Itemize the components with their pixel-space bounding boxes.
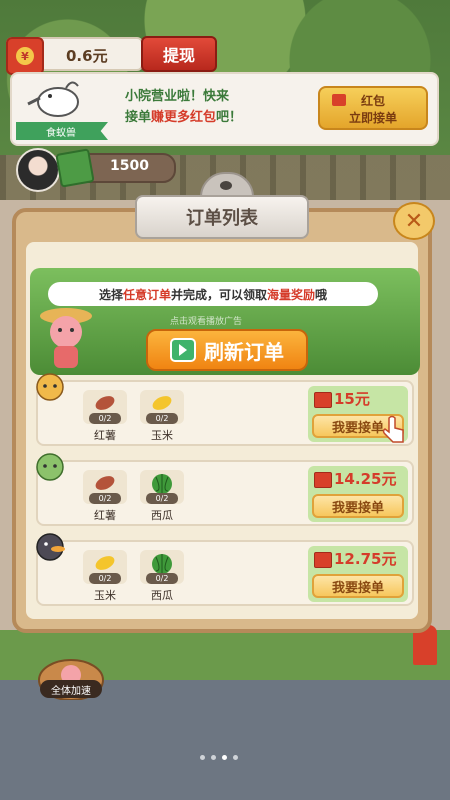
promo-banner: 食蚁兽 小院营业啦！快来 接单赚更多红包吧！ 红包 立即接单 <box>10 72 439 146</box>
balance-bar: ¥ 0.6元 <box>6 37 143 75</box>
close-button[interactable]: ✕ <box>393 202 435 240</box>
red-envelope-icon <box>314 392 332 408</box>
promo-a: 选择 <box>98 287 123 302</box>
order-row: 0/2 红薯 0/2 玉米 15元 我要接单 <box>36 373 414 446</box>
hb-button-line2: 立即接单 <box>348 111 397 125</box>
page-dot-active <box>222 755 227 760</box>
character-name-tag: 食蚁兽 <box>16 122 108 140</box>
accept-order-button[interactable]: 我要接单 <box>312 494 404 518</box>
promo-b: 任意订单 <box>122 287 171 302</box>
item-count: 0/2 <box>146 413 178 424</box>
item-count: 0/2 <box>146 493 178 504</box>
item-count: 0/2 <box>146 573 178 584</box>
reward-amount: 12.75元 <box>334 550 397 568</box>
ad-hint: 点击观看播放广告 <box>170 317 243 327</box>
page-dot <box>233 755 238 760</box>
order-item: 0/2 红薯 <box>80 390 130 443</box>
accept-order-button[interactable]: 我要接单 <box>312 574 404 598</box>
cash-bar: 1500 <box>55 148 176 188</box>
coin-icon: ¥ <box>6 37 44 75</box>
order-item: 0/2 玉米 <box>80 550 130 603</box>
red-envelope-icon <box>314 552 332 568</box>
promo-e: 哦 <box>315 287 328 302</box>
promo-notice: 选择 任意订单 并完成，可以领取 海量奖励哦 <box>48 282 378 306</box>
order-reward: 14.25元 我要接单 <box>312 468 404 518</box>
order-row: 0/2 玉米 0/2 西瓜 12.75元 我要接单 <box>36 533 414 606</box>
banner-line2-a: 接单 <box>125 110 152 125</box>
corn-icon <box>152 396 172 410</box>
red-envelope-icon <box>332 94 346 106</box>
cash-value: 1500 <box>110 158 149 174</box>
withdraw-button[interactable]: 提现 <box>141 36 217 72</box>
page-indicator <box>200 755 238 760</box>
anteater-icon <box>27 81 79 117</box>
item-name: 玉米 <box>94 589 116 602</box>
banner-message: 小院营业啦！快来 接单赚更多红包吧！ <box>125 86 242 128</box>
sweet-potato-icon <box>95 396 115 410</box>
page-dot <box>200 755 205 760</box>
banner-line2-c: 吧！ <box>216 110 243 125</box>
tiger-customer-icon <box>36 373 64 401</box>
item-count: 0/2 <box>89 413 121 424</box>
order-item: 0/2 西瓜 <box>137 550 187 603</box>
watermelon-icon <box>152 554 172 574</box>
page-dot <box>211 755 216 760</box>
pig-farmer-icon <box>40 308 92 368</box>
red-envelope-icon <box>314 472 332 488</box>
banner-line1: 小院营业啦！快来 <box>125 89 230 104</box>
balance-value: 0.6元 <box>66 47 108 65</box>
reward-amount: 15元 <box>334 390 370 408</box>
item-name: 西瓜 <box>151 589 173 602</box>
reward-amount: 14.25元 <box>334 470 397 488</box>
item-name: 玉米 <box>151 429 173 442</box>
item-name: 西瓜 <box>151 509 173 522</box>
video-play-icon <box>170 338 196 362</box>
avatar[interactable] <box>16 148 60 192</box>
corn-icon <box>95 556 115 570</box>
order-item: 0/2 西瓜 <box>137 470 187 523</box>
refresh-label: 刷新订单 <box>204 339 284 364</box>
order-item: 0/2 玉米 <box>137 390 187 443</box>
red-packet-accept-button[interactable]: 红包 立即接单 <box>318 86 428 130</box>
banner-line2: 接单赚更多红包吧！ <box>125 107 242 128</box>
pointing-hand-icon <box>382 415 404 443</box>
watermelon-icon <box>152 474 172 494</box>
sweet-potato-icon <box>95 476 115 490</box>
banner-line2-highlight: 赚更多红包 <box>151 110 217 125</box>
promo-c: 并完成，可以领取 <box>170 287 267 302</box>
item-name: 红薯 <box>94 429 116 442</box>
order-item: 0/2 红薯 <box>80 470 130 523</box>
modal-title: 订单列表 <box>135 195 309 239</box>
duck-customer-icon <box>36 533 65 561</box>
promo-d: 海量奖励 <box>267 287 316 302</box>
turtle-customer-icon <box>36 453 64 481</box>
speedup-all-button[interactable]: 全体加速 <box>40 680 102 698</box>
item-count: 0/2 <box>89 493 121 504</box>
item-count: 0/2 <box>89 573 121 584</box>
cash-stack-icon <box>55 148 95 188</box>
item-name: 红薯 <box>94 509 116 522</box>
order-reward: 12.75元 我要接单 <box>312 548 404 598</box>
order-row: 0/2 红薯 0/2 西瓜 14.25元 我要接单 <box>36 453 414 526</box>
refresh-orders-button[interactable]: 刷新订单 <box>146 329 308 371</box>
